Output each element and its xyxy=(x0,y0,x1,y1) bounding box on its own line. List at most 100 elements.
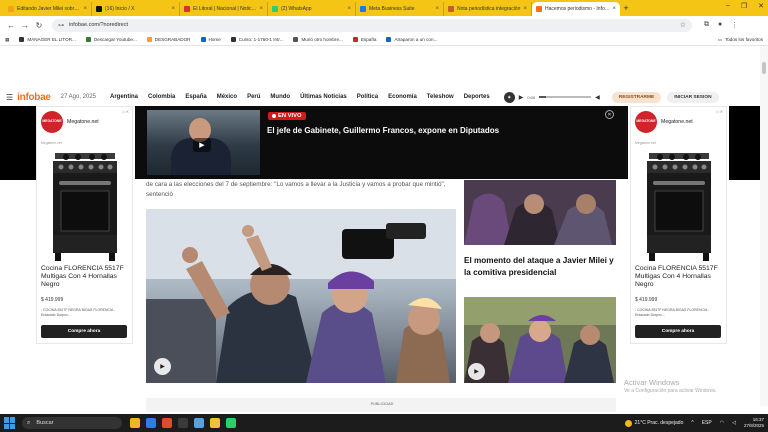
nav-item[interactable]: España xyxy=(185,94,206,100)
browser-tab[interactable]: Meta Business Suite × xyxy=(356,2,444,16)
minimize-button[interactable]: – xyxy=(726,2,730,10)
maximize-button[interactable]: ❐ xyxy=(741,2,747,10)
weather-widget[interactable]: 21°C Prac. despejado xyxy=(624,419,684,427)
browser-tab[interactable]: (2) WhatsApp × xyxy=(268,2,356,16)
forward-icon[interactable]: → xyxy=(18,21,32,30)
all-bookmarks[interactable]: ▭ Todos los favoritos xyxy=(718,37,763,43)
nav-item[interactable]: Teleshow xyxy=(427,94,454,100)
ad-title[interactable]: Cocina FLORENCIA 5517F Multigas Con 4 Ho… xyxy=(41,265,131,289)
nav-item[interactable]: Mundo xyxy=(270,94,290,100)
apps-grid-icon[interactable]: ▦ xyxy=(5,37,9,43)
office-icon[interactable] xyxy=(162,418,172,428)
tab-strip: Editando Javier Milei sobre la... × (16) I… xyxy=(0,0,768,16)
extension-icon[interactable]: ⧉ xyxy=(704,21,709,29)
volume-tray-icon[interactable]: ◁ xyxy=(732,420,736,426)
player-progress[interactable] xyxy=(539,96,592,98)
nav-item[interactable]: Deportes xyxy=(464,94,490,100)
back-icon[interactable]: ← xyxy=(4,21,18,30)
address-bar[interactable]: ⊶ infobae.com/?noredirect ☆ xyxy=(52,18,692,32)
buy-now-button[interactable]: Compre ahora xyxy=(635,325,721,338)
bookmark-item[interactable]: Home xyxy=(200,37,221,42)
edge-icon[interactable] xyxy=(146,418,156,428)
close-window-button[interactable]: ✕ xyxy=(758,2,764,10)
ad-title[interactable]: Cocina FLORENCIA 5517F Multigas Con 4 Ho… xyxy=(635,265,725,289)
side-news-image-2[interactable]: ▶ xyxy=(464,297,616,383)
store-icon[interactable] xyxy=(178,418,188,428)
chrome-icon[interactable] xyxy=(210,418,220,428)
lang-indicator[interactable]: ESP xyxy=(702,420,712,426)
tab-close-icon[interactable]: × xyxy=(259,6,263,12)
side-news-headline[interactable]: El momento del ataque a Javier Milei y l… xyxy=(464,255,619,279)
close-live-icon[interactable]: ✕ xyxy=(605,110,614,119)
clock-time: 16:37 xyxy=(752,417,764,422)
bookmark-item[interactable]: Descargar Youtube... xyxy=(85,37,137,42)
tab-close-icon[interactable]: × xyxy=(612,6,616,12)
bookmark-item[interactable]: España xyxy=(352,37,376,42)
nav-item[interactable]: Política xyxy=(357,94,378,100)
whatsapp-icon[interactable] xyxy=(226,418,236,428)
tab-close-icon[interactable]: × xyxy=(83,6,87,12)
ad-info-icon[interactable]: ▷✕ xyxy=(123,109,129,114)
browser-menu-icon[interactable]: ⋮ xyxy=(731,21,738,29)
live-banner[interactable]: ▶ EN VIVO El jefe de Gabinete, Guillermo… xyxy=(135,106,628,179)
nav-item[interactable]: Perú xyxy=(247,94,260,100)
bookmark-item[interactable]: Curso: 1-1760-1 Intr... xyxy=(230,37,283,42)
browser-tab[interactable]: Nota periodística integración × xyxy=(444,2,532,16)
nav-item[interactable]: Argentina xyxy=(110,94,138,100)
tab-close-icon[interactable]: × xyxy=(347,6,351,12)
new-tab-button[interactable]: + xyxy=(620,2,632,16)
megatone-logo: MEGATONE xyxy=(635,111,657,133)
ad-info-icon[interactable]: ▷✕ xyxy=(717,109,723,114)
tab-list: Editando Javier Milei sobre la... × (16) I… xyxy=(4,2,620,16)
bookmark-star-icon[interactable]: ☆ xyxy=(680,21,686,29)
site-info-icon[interactable]: ⊶ xyxy=(58,22,64,29)
profile-avatar-icon[interactable]: ● xyxy=(718,21,722,29)
volume-icon[interactable]: ◀ xyxy=(595,94,600,101)
file-explorer-icon[interactable] xyxy=(130,418,140,428)
nav-item[interactable]: México xyxy=(217,94,237,100)
windows-start-icon[interactable] xyxy=(4,417,16,429)
tab-close-icon[interactable]: × xyxy=(523,6,527,12)
browser-tab[interactable]: (16) Inicio / X × xyxy=(92,2,180,16)
tab-close-icon[interactable]: × xyxy=(435,6,439,12)
register-button[interactable]: REGISTRARME xyxy=(611,91,662,103)
video-play-icon[interactable]: ▶ xyxy=(154,358,171,375)
bookmark-item[interactable]: MANAGER EL LITOR... xyxy=(19,37,76,42)
nav-item[interactable]: Colombia xyxy=(148,94,175,100)
browser-tab[interactable]: El Litoral | Nacional | Noticias ... × xyxy=(180,2,268,16)
right-ad[interactable]: ▷✕ MEGATONE Megatone.net Megatone.net Co… xyxy=(630,106,727,344)
browser-tab[interactable]: Hacemos periodismo - Infobae × xyxy=(532,2,620,16)
side-news-image-1[interactable] xyxy=(464,180,616,245)
main-news-image[interactable]: ▶ xyxy=(146,209,456,383)
mail-icon[interactable] xyxy=(194,418,204,428)
bookmark-item[interactable]: Atraparon a un con... xyxy=(386,37,437,42)
tab-close-icon[interactable]: × xyxy=(171,6,175,12)
site-logo[interactable]: infobae xyxy=(17,92,51,103)
bookmark-item[interactable]: DESGRABADOR xyxy=(146,37,191,42)
wifi-icon[interactable]: ◠ xyxy=(720,420,724,426)
play-icon[interactable]: ▶ xyxy=(519,94,524,101)
all-bookmarks-label: Todos los favoritos xyxy=(724,37,763,42)
buy-now-button[interactable]: Compre ahora xyxy=(41,325,127,338)
live-headline[interactable]: El jefe de Gabinete, Guillermo Francos, … xyxy=(267,126,607,135)
live-play-icon[interactable]: ▶ xyxy=(193,138,211,152)
article-lede[interactable]: de cara a las elecciones del 7 de septie… xyxy=(146,180,458,200)
live-video-thumbnail[interactable]: ▶ xyxy=(147,110,260,175)
login-button[interactable]: INICIAR SESION xyxy=(667,91,719,103)
extensions-area: ⧉ ● ⋮ xyxy=(704,21,738,29)
left-ad[interactable]: ▷✕ MEGATONE Megatone.net Megatone.net Co… xyxy=(36,106,133,344)
live-badge: EN VIVO xyxy=(268,112,306,120)
nav-item[interactable]: Economía xyxy=(388,94,417,100)
taskbar-search[interactable]: ⌕ Buscar xyxy=(22,417,122,429)
nav-item[interactable]: Últimas Noticias xyxy=(300,94,347,100)
video-play-icon[interactable]: ▶ xyxy=(468,363,485,380)
scrollbar-thumb[interactable] xyxy=(762,62,766,74)
page-scrollbar[interactable] xyxy=(760,46,768,406)
tray-chevron-icon[interactable]: ^ xyxy=(691,420,693,426)
clock[interactable]: 16:37 27/8/2025 xyxy=(744,417,764,429)
browser-tab[interactable]: Editando Javier Milei sobre la... × xyxy=(4,2,92,16)
reload-icon[interactable]: ↻ xyxy=(32,21,46,30)
hamburger-menu-icon[interactable]: ☰ xyxy=(6,93,13,102)
weather-text: 21°C Prac. despejado xyxy=(634,420,684,426)
bookmark-item[interactable]: Murió otro hombre... xyxy=(293,37,343,42)
